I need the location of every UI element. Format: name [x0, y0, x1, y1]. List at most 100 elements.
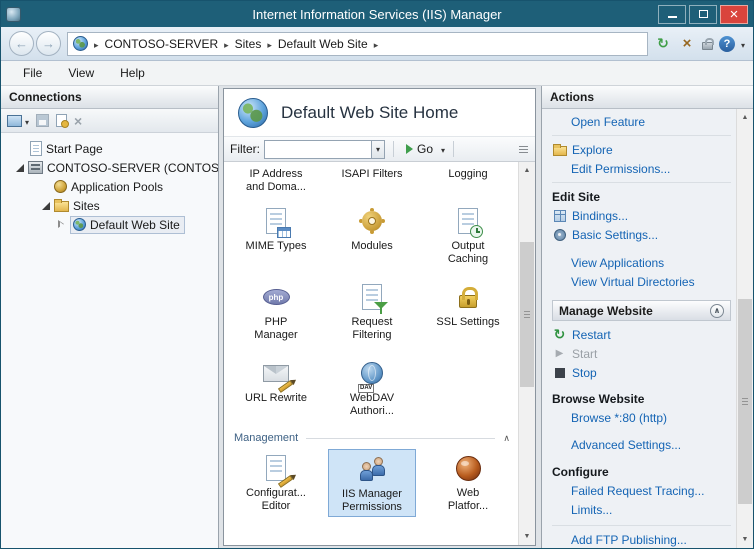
help-icon[interactable] [719, 36, 735, 52]
manage-website-header[interactable]: Manage Website [552, 300, 731, 321]
go-button[interactable]: Go [402, 140, 437, 158]
feature-configuration-editor[interactable]: Configurat... Editor [228, 449, 324, 517]
close-button[interactable] [720, 5, 748, 24]
menu-file[interactable]: File [11, 63, 54, 83]
save-connections-icon[interactable] [36, 114, 49, 127]
tree-item-server[interactable]: CONTOSO-SERVER (CONTOS [1, 158, 218, 177]
connections-tree: Start Page CONTOSO-SERVER (CONTOS Applic… [1, 133, 218, 548]
action-bindings[interactable]: Bindings... [552, 206, 731, 225]
toolbar-separator [453, 141, 454, 157]
tree-item-default-web-site[interactable]: Default Web Site [1, 215, 218, 234]
selected-tree-item[interactable]: Default Web Site [70, 216, 185, 234]
delete-connection-icon[interactable] [74, 113, 82, 129]
scroll-up-icon[interactable] [519, 162, 535, 179]
scroll-up-icon[interactable] [737, 109, 753, 126]
feature-url-rewrite[interactable]: URL Rewrite [228, 354, 324, 420]
action-open-feature[interactable]: Open Feature [552, 112, 731, 131]
configuration-editor-icon [259, 451, 293, 485]
filter-input[interactable] [264, 140, 372, 159]
explore-folder-icon [552, 144, 567, 156]
lock-icon [702, 42, 713, 50]
action-edit-permissions[interactable]: Edit Permissions... [552, 159, 731, 178]
forward-button[interactable] [36, 31, 61, 56]
menu-help[interactable]: Help [108, 63, 157, 83]
breadcrumb-item-sites[interactable]: Sites [235, 37, 262, 51]
request-filtering-icon [355, 280, 389, 314]
show-all-caret-icon[interactable] [441, 142, 445, 156]
breadcrumb-item-default-web-site[interactable]: Default Web Site [278, 37, 368, 51]
breadcrumb-separator-icon [220, 37, 233, 51]
tree-item-application-pools[interactable]: Application Pools [1, 177, 218, 196]
page-title: Default Web Site Home [281, 103, 458, 123]
site-node-icon [73, 36, 88, 51]
group-divider [306, 438, 495, 439]
action-restart[interactable]: Restart [552, 325, 731, 344]
expander-expanded-icon[interactable] [15, 163, 24, 172]
actions-group-edit-site: Edit Site [552, 187, 731, 206]
action-advanced-settings[interactable]: Advanced Settings... [552, 435, 731, 454]
menu-view[interactable]: View [56, 63, 106, 83]
action-failed-request-tracing[interactable]: Failed Request Tracing... [552, 481, 731, 500]
bindings-icon [552, 210, 567, 222]
expander-collapsed-icon[interactable] [57, 220, 66, 229]
features-scrollbar[interactable] [518, 162, 535, 545]
minimize-button[interactable] [658, 5, 686, 24]
tree-item-start-page[interactable]: Start Page [1, 139, 218, 158]
feature-webdav-authoring[interactable]: WebDAV Authori... [324, 354, 420, 420]
feature-request-filtering[interactable]: Request Filtering [324, 278, 420, 344]
breadcrumb-item-server[interactable]: CONTOSO-SERVER [105, 37, 219, 51]
connections-header: Connections [1, 86, 218, 109]
tree-item-sites[interactable]: Sites [1, 196, 218, 215]
action-browse-80[interactable]: Browse *:80 (http) [552, 408, 731, 427]
php-manager-icon [259, 280, 293, 314]
refresh-icon[interactable] [654, 35, 672, 53]
action-start[interactable]: Start [552, 344, 731, 363]
action-limits[interactable]: Limits... [552, 500, 731, 519]
action-explore[interactable]: Explore [552, 140, 731, 159]
actions-group-configure: Configure [552, 462, 731, 481]
connections-panel: Connections Start Page CONTOSO-SERVER (C… [1, 86, 219, 548]
splitter-grip-icon[interactable] [518, 145, 529, 154]
expander-expanded-icon[interactable] [41, 201, 50, 210]
action-view-applications[interactable]: View Applications [552, 253, 731, 272]
breadcrumb-separator-icon [370, 37, 383, 51]
back-button[interactable] [9, 31, 34, 56]
actions-list: Open Feature Explore Edit Permissions...… [542, 109, 753, 548]
feature-ip-address-and-domain-restrictions[interactable]: IP Address and Doma... [228, 166, 324, 196]
filter-dropdown-icon[interactable] [372, 140, 385, 159]
scroll-down-icon[interactable] [519, 528, 535, 545]
app-icon [6, 7, 21, 22]
tree-item-label: Application Pools [71, 180, 163, 194]
action-stop[interactable]: Stop [552, 363, 731, 382]
iis-manager-window: Internet Information Services (IIS) Mana… [0, 0, 754, 549]
feature-output-caching[interactable]: Output Caching [420, 202, 516, 268]
maximize-button[interactable] [689, 5, 717, 24]
action-basic-settings[interactable]: Basic Settings... [552, 225, 731, 244]
feature-php-manager[interactable]: PHP Manager [228, 278, 324, 344]
feature-mime-types[interactable]: MIME Types [228, 202, 324, 268]
breadcrumb[interactable]: CONTOSO-SERVER Sites Default Web Site [67, 32, 648, 56]
scrollbar-thumb[interactable] [738, 299, 752, 504]
stop-icon[interactable] [678, 35, 696, 53]
action-add-ftp-publishing[interactable]: Add FTP Publishing... [552, 530, 731, 548]
actions-scrollbar[interactable] [736, 109, 753, 548]
sites-folder-icon [54, 201, 69, 212]
titlebar: Internet Information Services (IIS) Mana… [1, 1, 753, 27]
manage-website-collapse-icon[interactable] [710, 304, 724, 318]
new-connection-icon[interactable] [56, 114, 67, 127]
connect-icon[interactable] [7, 115, 22, 127]
scroll-down-icon[interactable] [737, 531, 753, 548]
management-collapse-icon[interactable] [495, 432, 510, 444]
feature-modules[interactable]: Modules [324, 202, 420, 268]
scrollbar-thumb[interactable] [520, 242, 534, 387]
feature-ssl-settings[interactable]: SSL Settings [420, 278, 516, 344]
help-menu-caret-icon[interactable] [741, 37, 745, 51]
feature-isapi-filters[interactable]: ISAPI Filters [324, 166, 420, 196]
feature-web-platform-installer[interactable]: Web Platfor... [420, 449, 516, 517]
management-group-header[interactable]: Management [228, 426, 518, 449]
feature-logging[interactable]: Logging [420, 166, 516, 196]
output-caching-icon [451, 204, 485, 238]
ssl-settings-icon [451, 280, 485, 314]
feature-iis-manager-permissions[interactable]: IIS Manager Permissions [328, 449, 416, 517]
action-view-virtual-directories[interactable]: View Virtual Directories [552, 272, 731, 291]
